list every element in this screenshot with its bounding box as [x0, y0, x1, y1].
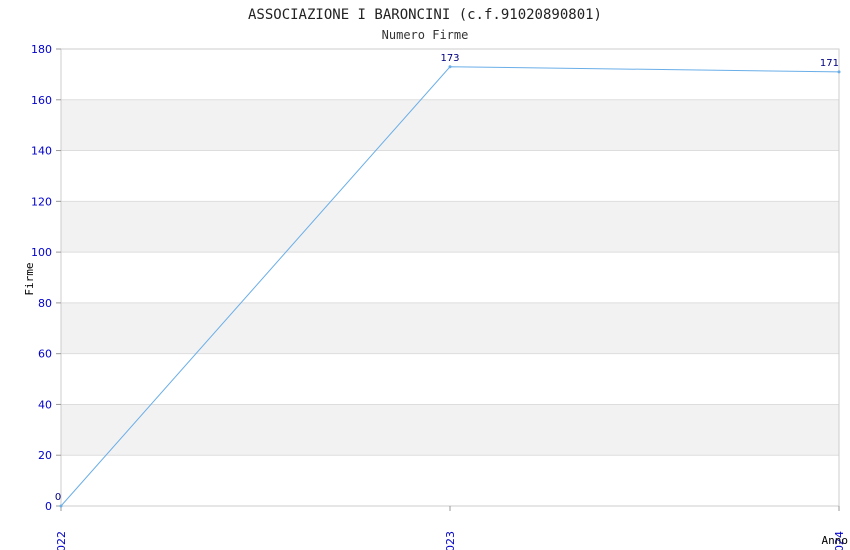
background-band	[61, 99, 839, 151]
background-bands	[61, 99, 839, 456]
x-tick-label: 2023	[444, 531, 457, 550]
x-axis-label: Anno	[822, 534, 849, 547]
y-tick-label: 140	[31, 145, 52, 158]
background-band	[61, 404, 839, 456]
x-tick-label: 2022	[55, 531, 68, 550]
y-tick-label: 120	[31, 195, 52, 208]
y-tick-label: 60	[38, 348, 52, 361]
chart-subtitle: Numero Firme	[382, 28, 469, 42]
chart-title: ASSOCIAZIONE I BARONCINI (c.f.9102089080…	[248, 7, 602, 23]
data-point	[59, 504, 63, 508]
data-point	[837, 70, 841, 74]
data-label: 173	[440, 53, 459, 64]
y-tick-label: 0	[45, 500, 52, 513]
background-band	[61, 201, 839, 253]
y-tick-label: 160	[31, 94, 52, 107]
background-band	[61, 302, 839, 354]
data-label: 171	[820, 58, 839, 69]
y-tick-label: 180	[31, 43, 52, 56]
y-tick-label: 40	[38, 398, 52, 411]
x-axis-ticks: 2022 2023 2024	[55, 506, 846, 550]
y-tick-label: 100	[31, 246, 52, 259]
y-tick-label: 80	[38, 297, 52, 310]
y-tick-label: 20	[38, 449, 52, 462]
chart: ASSOCIAZIONE I BARONCINI (c.f.9102089080…	[23, 7, 849, 550]
data-point	[448, 65, 452, 69]
data-label: 0	[55, 492, 61, 503]
y-axis-label: Firme	[23, 262, 36, 295]
